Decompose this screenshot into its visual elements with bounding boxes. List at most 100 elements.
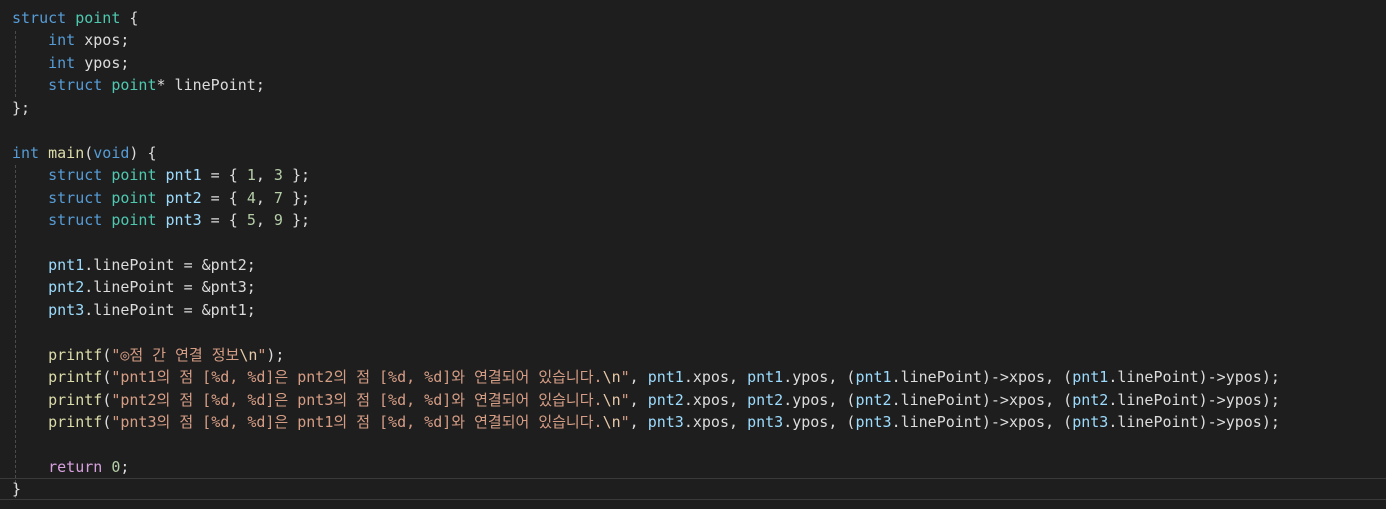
- code-token-text: };: [282, 166, 311, 185]
- code-token-text: .xpos,: [683, 368, 748, 387]
- code-token-text: ) {: [129, 143, 157, 162]
- code-token-text: .linePoint = &pnt3;: [84, 278, 256, 297]
- code-token-type: point: [75, 9, 121, 27]
- code-token-string: "pnt1의 점 [%d, %d]은 pnt2의 점 [%d, %d]와 연결되…: [111, 368, 603, 387]
- code-token-text: ;: [120, 458, 130, 476]
- code-token-variable: pnt1: [48, 255, 85, 274]
- code-token-variable: pnt2: [48, 278, 85, 297]
- code-token-keyword: void: [93, 143, 130, 162]
- code-token-variable: pnt1: [747, 368, 784, 387]
- code-token-text: xpos;: [75, 31, 130, 50]
- code-token-text: .linePoint = &pnt2;: [84, 255, 256, 274]
- code-token-text: };: [282, 188, 311, 207]
- code-token-variable: pnt2: [855, 390, 892, 409]
- code-token-keyword: struct: [48, 211, 103, 230]
- code-line[interactable]: int xpos;: [12, 29, 129, 51]
- code-token-text: .linePoint)->xpos, (: [891, 413, 1073, 432]
- code-editor[interactable]: struct point { int xpos; int ypos; struc…: [0, 0, 1386, 509]
- code-token-variable: pnt3: [747, 413, 784, 432]
- code-token-function: printf: [48, 413, 103, 432]
- code-token-variable: pnt2: [165, 188, 202, 207]
- code-line[interactable]: struct point {: [12, 7, 138, 29]
- code-line[interactable]: struct point* linePoint;: [12, 74, 265, 96]
- code-line[interactable]: return 0;: [12, 456, 129, 478]
- code-token-text: .linePoint)->ypos);: [1108, 368, 1280, 387]
- code-token-variable: pnt3: [647, 413, 684, 432]
- code-line[interactable]: printf("pnt3의 점 [%d, %d]은 pnt1의 점 [%d, %…: [12, 411, 1280, 433]
- code-token-text: .linePoint = &pnt1;: [84, 300, 256, 319]
- code-token-text: {: [120, 9, 139, 27]
- code-token-type: point: [111, 188, 157, 207]
- code-token-text: .linePoint)->xpos, (: [891, 390, 1073, 409]
- code-line[interactable]: printf("pnt1의 점 [%d, %d]은 pnt2의 점 [%d, %…: [12, 366, 1280, 388]
- code-line[interactable]: pnt2.linePoint = &pnt3;: [12, 276, 256, 298]
- code-token-text: .linePoint)->ypos);: [1108, 390, 1280, 409]
- code-line[interactable]: printf("◎점 간 연결 정보\n");: [12, 344, 284, 366]
- code-token-function: main: [48, 143, 85, 162]
- code-token-text: .ypos, (: [783, 413, 856, 432]
- code-token-text: (: [102, 368, 112, 387]
- code-line[interactable]: pnt1.linePoint = &pnt2;: [12, 254, 256, 276]
- code-token-string: "◎점 간 연결 정보: [111, 345, 240, 364]
- code-token-text: ,: [255, 211, 274, 230]
- code-token-text: * linePoint;: [156, 76, 265, 95]
- code-token-escape: \n: [239, 345, 258, 364]
- code-token-function: printf: [48, 390, 103, 409]
- code-token-number: 1: [246, 166, 256, 185]
- code-token-text: (: [84, 143, 94, 162]
- code-token-text: .linePoint)->xpos, (: [891, 368, 1073, 387]
- code-line[interactable]: };: [12, 97, 30, 119]
- code-token-variable: pnt3: [855, 413, 892, 432]
- code-token-variable: pnt1: [855, 368, 892, 387]
- code-token-keyword: struct: [48, 188, 103, 207]
- code-line[interactable]: struct point pnt1 = { 1, 3 };: [12, 164, 310, 186]
- code-token-text: (: [102, 390, 112, 409]
- code-token-string: ": [620, 368, 630, 387]
- code-token-keyword: int: [48, 53, 76, 72]
- code-token-variable: pnt3: [48, 300, 85, 319]
- code-token-type: point: [111, 76, 157, 95]
- code-token-variable: pnt3: [165, 211, 202, 230]
- code-token-variable: pnt1: [1072, 368, 1109, 387]
- code-line[interactable]: pnt3.linePoint = &pnt1;: [12, 299, 256, 321]
- code-line[interactable]: }: [12, 478, 21, 500]
- code-line[interactable]: int main(void) {: [12, 142, 157, 164]
- code-token-text: ,: [255, 166, 274, 185]
- code-token-string: ": [620, 390, 630, 409]
- code-token-keyword: struct: [48, 166, 103, 185]
- code-line[interactable]: printf("pnt2의 점 [%d, %d]은 pnt3의 점 [%d, %…: [12, 389, 1280, 411]
- code-token-text: };: [282, 211, 311, 230]
- code-line[interactable]: struct point pnt2 = { 4, 7 };: [12, 187, 310, 209]
- code-token-variable: pnt3: [1072, 413, 1109, 432]
- code-token-type: point: [111, 166, 157, 185]
- code-token-text: ypos;: [75, 53, 130, 72]
- code-token-keyword: struct: [48, 76, 103, 95]
- code-token-text: (: [102, 345, 112, 364]
- code-token-text: };: [12, 98, 31, 117]
- code-line[interactable]: int ypos;: [12, 52, 129, 74]
- code-token-number: 4: [246, 188, 256, 207]
- code-token-keyword: int: [48, 31, 76, 50]
- code-token-text: ,: [629, 413, 648, 432]
- code-line[interactable]: struct point pnt3 = { 5, 9 };: [12, 209, 310, 231]
- code-token-variable: pnt2: [647, 390, 684, 409]
- code-token-string: ": [620, 413, 630, 432]
- code-token-keyword: struct: [12, 9, 67, 27]
- code-token-text: .xpos,: [683, 413, 748, 432]
- current-line-highlight: [0, 478, 1386, 500]
- code-token-text: }: [12, 480, 22, 499]
- code-token-variable: pnt2: [747, 390, 784, 409]
